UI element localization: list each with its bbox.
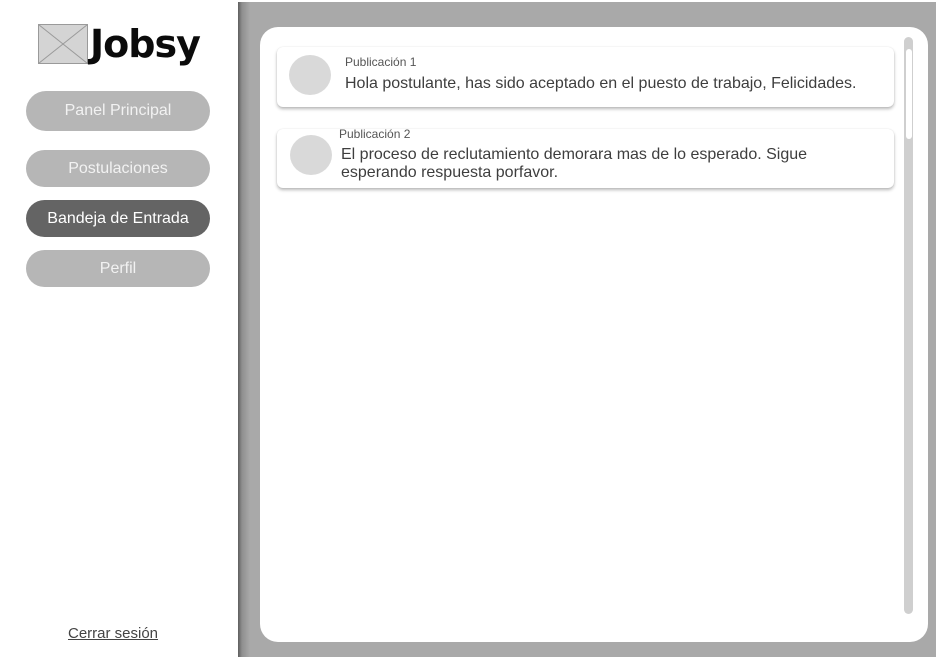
nav-perfil-button[interactable]: Perfil <box>26 250 210 287</box>
message-title: Publicación 2 <box>339 127 411 141</box>
image-placeholder-icon <box>38 24 88 64</box>
logout-link[interactable]: Cerrar sesión <box>68 625 158 642</box>
message-title: Publicación 1 <box>345 55 417 69</box>
main-area: Publicación 1 Hola postulante, has sido … <box>238 0 936 657</box>
message-body: El proceso de reclutamiento demorara mas… <box>341 146 808 181</box>
inbox-message-card[interactable]: Publicación 2 El proceso de reclutamient… <box>277 127 894 188</box>
sidebar: Jobsy Panel Principal Postulaciones Band… <box>0 0 238 657</box>
scrollbar[interactable] <box>904 37 913 614</box>
nav-panel-principal-button[interactable]: Panel Principal <box>26 91 210 131</box>
inbox-message-card[interactable]: Publicación 1 Hola postulante, has sido … <box>277 47 894 107</box>
nav-bandeja-de-entrada-button[interactable]: Bandeja de Entrada <box>26 200 210 237</box>
scrollbar-thumb[interactable] <box>905 49 912 139</box>
logo[interactable]: Jobsy <box>38 22 201 66</box>
nav-postulaciones-button[interactable]: Postulaciones <box>26 150 210 187</box>
inbox-panel: Publicación 1 Hola postulante, has sido … <box>260 27 928 642</box>
avatar <box>289 55 331 95</box>
avatar <box>290 135 332 175</box>
app-name: Jobsy <box>90 22 201 66</box>
message-body: Hola postulante, has sido aceptado en el… <box>345 75 857 92</box>
